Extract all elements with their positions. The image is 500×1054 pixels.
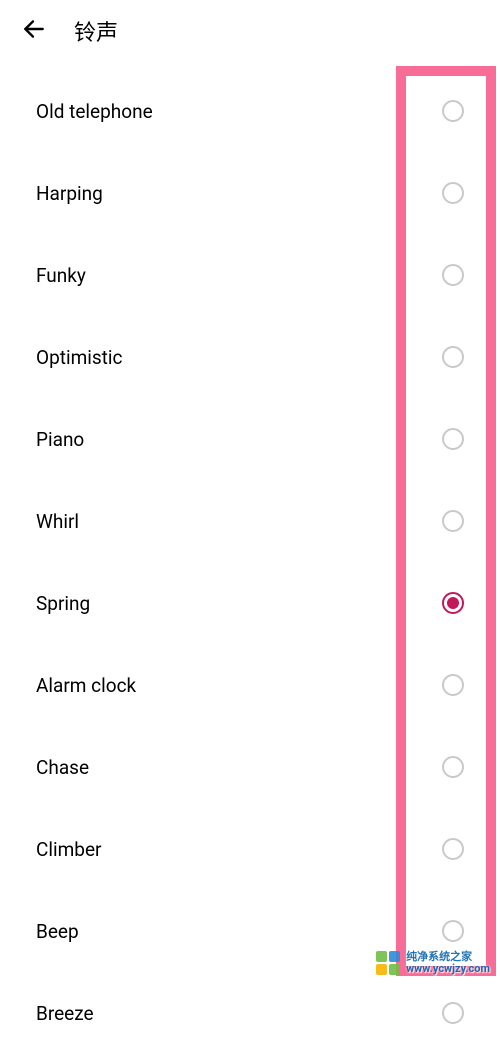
header: 铃声 (0, 0, 500, 62)
ringtone-label: Beep (36, 920, 79, 943)
ringtone-item[interactable]: Whirl (0, 480, 500, 562)
ringtone-label: Spring (36, 592, 90, 615)
radio-button[interactable] (442, 920, 464, 942)
radio-button[interactable] (442, 674, 464, 696)
radio-button[interactable] (442, 510, 464, 532)
radio-button[interactable] (442, 182, 464, 204)
ringtone-label: Optimistic (36, 346, 122, 369)
ringtone-label: Funky (36, 264, 86, 287)
radio-button[interactable] (442, 592, 464, 614)
radio-button[interactable] (442, 1002, 464, 1024)
ringtone-label: Harping (36, 182, 103, 205)
ringtone-item[interactable]: Spring (0, 562, 500, 644)
radio-button[interactable] (442, 264, 464, 286)
ringtone-item[interactable]: Climber (0, 808, 500, 890)
ringtone-item[interactable]: Piano (0, 398, 500, 480)
radio-button[interactable] (442, 756, 464, 778)
page-title: 铃声 (74, 15, 118, 47)
radio-button[interactable] (442, 428, 464, 450)
radio-button[interactable] (442, 346, 464, 368)
ringtone-label: Piano (36, 428, 84, 451)
back-button[interactable] (12, 9, 56, 53)
ringtone-label: Old telephone (36, 100, 153, 123)
ringtone-item[interactable]: Funky (0, 234, 500, 316)
radio-button[interactable] (442, 100, 464, 122)
watermark: 纯净系统之家 www.ycwjzy.com (376, 951, 490, 975)
ringtone-label: Whirl (36, 510, 79, 533)
watermark-text: 纯净系统之家 www.ycwjzy.com (406, 951, 490, 975)
ringtone-item[interactable]: Alarm clock (0, 644, 500, 726)
ringtone-item[interactable]: Harping (0, 152, 500, 234)
watermark-logo-icon (376, 951, 400, 975)
ringtone-list: Old telephone Harping Funky Optimistic Piano… (0, 62, 500, 1054)
ringtone-item[interactable]: Optimistic (0, 316, 500, 398)
ringtone-label: Climber (36, 838, 101, 861)
radio-button[interactable] (442, 838, 464, 860)
ringtone-label: Breeze (36, 1002, 94, 1025)
ringtone-item[interactable]: Old telephone (0, 70, 500, 152)
ringtone-label: Alarm clock (36, 674, 136, 697)
ringtone-label: Chase (36, 756, 89, 779)
watermark-url: www.ycwjzy.com (406, 963, 490, 975)
ringtone-item[interactable]: Breeze (0, 972, 500, 1054)
back-arrow-icon (21, 16, 47, 46)
ringtone-item[interactable]: Chase (0, 726, 500, 808)
